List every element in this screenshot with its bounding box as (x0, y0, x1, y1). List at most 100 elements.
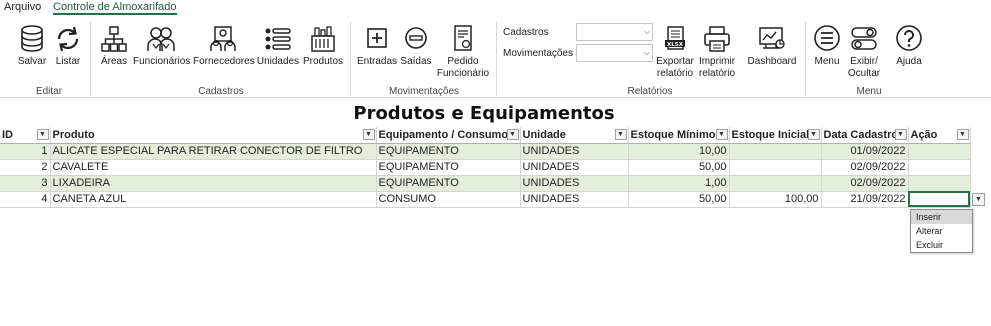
pedido-label-1: Pedido (447, 56, 479, 67)
cell-unidade[interactable]: UNIDADES (520, 175, 629, 192)
minus-circle-icon (400, 24, 432, 54)
header-label: Estoque Mínimo (630, 128, 716, 141)
fornecedores-button[interactable]: Fornecedores (193, 24, 255, 68)
fornecedores-label: Fornecedores (193, 56, 255, 67)
table-row: 1 ALICATE ESPECIAL PARA RETIRAR CONECTOR… (0, 143, 971, 160)
cell-unidade[interactable]: UNIDADES (520, 159, 629, 176)
menu-button[interactable]: Menu (812, 24, 842, 68)
cell-unidade[interactable]: UNIDADES (520, 143, 629, 160)
toggle-icon (846, 24, 882, 54)
dashboard-button[interactable]: Dashboard (746, 24, 798, 68)
filter-dropdown-icon[interactable]: ▼ (715, 129, 728, 140)
pedido-funcionario-button[interactable]: Pedido Funcionário (435, 24, 491, 80)
chevron-down-icon: ▼ (975, 196, 982, 203)
cadastros-dropdown[interactable]: ⌵ (576, 23, 653, 41)
areas-label: Áreas (100, 56, 128, 67)
filter-dropdown-icon[interactable]: ▼ (807, 129, 820, 140)
cell-data-cadastro[interactable]: 21/09/2022 (821, 191, 909, 208)
pedido-label-2: Funcionário (436, 68, 490, 79)
menu-bar: Arquivo Controle de Almoxarifado (0, 0, 991, 16)
dropdown-option-excluir[interactable]: Excluir (911, 238, 972, 252)
header-label: ID (2, 128, 13, 141)
menu-arquivo[interactable]: Arquivo (4, 1, 41, 13)
header-acao: Ação ▼ (908, 127, 971, 144)
tab-controle-almoxarifado[interactable]: Controle de Almoxarifado (53, 1, 177, 15)
entradas-button[interactable]: Entradas (357, 24, 397, 68)
movimentacoes-dropdown[interactable]: ⌵ (576, 44, 653, 62)
cell-id[interactable]: 1 (0, 143, 51, 160)
dropdown-option-inserir[interactable]: Inserir (911, 210, 972, 224)
cell-unidade[interactable]: UNIDADES (520, 191, 629, 208)
cell-tipo[interactable]: CONSUMO (376, 191, 521, 208)
cell-estoque-minimo[interactable]: 50,00 (628, 191, 730, 208)
exibir-label-2: Ocultar (847, 68, 881, 79)
header-label: Estoque Inicial (731, 128, 810, 141)
areas-button[interactable]: Áreas (98, 24, 130, 68)
funcionarios-button[interactable]: Funcionários (133, 24, 191, 68)
filter-dropdown-icon[interactable]: ▼ (614, 129, 627, 140)
header-label: Produto (52, 128, 95, 141)
salvar-button[interactable]: Salvar (14, 24, 50, 68)
cell-tipo[interactable]: EQUIPAMENTO (376, 175, 521, 192)
cell-id[interactable]: 2 (0, 159, 51, 176)
refresh-icon (52, 24, 84, 54)
cell-estoque-inicial[interactable] (729, 159, 822, 176)
svg-text:XLSX: XLSX (667, 42, 684, 48)
cell-dropdown-button[interactable]: ▼ (972, 193, 985, 206)
xlsx-file-icon: XLSX (655, 24, 695, 54)
table-row: 4 CANETA AZUL CONSUMO UNIDADES 50,00 100… (0, 191, 971, 208)
dropdown-option-alterar[interactable]: Alterar (911, 224, 972, 238)
cadastros-dropdown-label: Cadastros (503, 27, 549, 38)
listar-button[interactable]: Listar (52, 24, 84, 68)
cell-estoque-inicial[interactable] (729, 143, 822, 160)
cell-produto[interactable]: ALICATE ESPECIAL PARA RETIRAR CONECTOR D… (50, 143, 377, 160)
cell-acao[interactable] (908, 159, 971, 176)
exibir-label-1: Exibir/ (850, 56, 878, 67)
cell-produto[interactable]: CANETA AZUL (50, 191, 377, 208)
ribbon: Salvar Listar Editar Áreas Funcionários … (0, 16, 991, 98)
cell-tipo[interactable]: EQUIPAMENTO (376, 159, 521, 176)
produtos-button[interactable]: Produtos (302, 24, 344, 68)
ajuda-button[interactable]: Ajuda (893, 24, 925, 68)
cell-estoque-minimo[interactable]: 50,00 (628, 159, 730, 176)
cell-acao[interactable] (908, 143, 971, 160)
filter-dropdown-icon[interactable]: ▼ (894, 129, 907, 140)
dashboard-label: Dashboard (747, 56, 797, 67)
header-label: Equipamento / Consumo (378, 128, 509, 141)
cell-data-cadastro[interactable]: 02/09/2022 (821, 175, 909, 192)
cell-data-cadastro[interactable]: 01/09/2022 (821, 143, 909, 160)
filter-dropdown-icon[interactable]: ▼ (36, 129, 49, 140)
supplier-icon (193, 24, 253, 54)
cell-estoque-minimo[interactable]: 1,00 (628, 175, 730, 192)
filter-dropdown-icon[interactable]: ▼ (506, 129, 519, 140)
cell-id[interactable]: 3 (0, 175, 51, 192)
cell-produto[interactable]: LIXADEIRA (50, 175, 377, 192)
cell-data-cadastro[interactable]: 02/09/2022 (821, 159, 909, 176)
group-separator (90, 22, 91, 96)
group-label-menu: Menu (856, 86, 882, 97)
cell-estoque-inicial[interactable]: 100,00 (729, 191, 822, 208)
unidades-button[interactable]: Unidades (256, 24, 300, 68)
header-produto: Produto ▼ (50, 127, 377, 144)
org-chart-icon (98, 24, 130, 54)
exportar-label-2: relatório (656, 68, 694, 79)
produtos-label: Produtos (302, 56, 344, 67)
cell-tipo[interactable]: EQUIPAMENTO (376, 143, 521, 160)
group-separator (805, 22, 806, 96)
cell-estoque-minimo[interactable]: 10,00 (628, 143, 730, 160)
saidas-button[interactable]: Saídas (400, 24, 432, 68)
people-icon (133, 24, 189, 54)
exportar-relatorio-button[interactable]: XLSX Exportar relatório (655, 24, 695, 80)
imprimir-relatorio-button[interactable]: Imprimir relatório (696, 24, 738, 80)
imprimir-label-2: relatório (698, 68, 736, 79)
cell-produto[interactable]: CAVALETE (50, 159, 377, 176)
cell-id[interactable]: 4 (0, 191, 51, 208)
cell-acao[interactable] (908, 175, 971, 192)
exibir-ocultar-button[interactable]: Exibir/ Ocultar (846, 24, 882, 80)
filter-dropdown-icon[interactable]: ▼ (362, 129, 375, 140)
header-estoque-minimo: Estoque Mínimo ▼ (628, 127, 730, 144)
filter-dropdown-icon[interactable]: ▼ (956, 129, 969, 140)
cell-estoque-inicial[interactable] (729, 175, 822, 192)
cell-acao-selected[interactable] (908, 191, 971, 208)
funcionarios-label: Funcionários (133, 56, 191, 67)
